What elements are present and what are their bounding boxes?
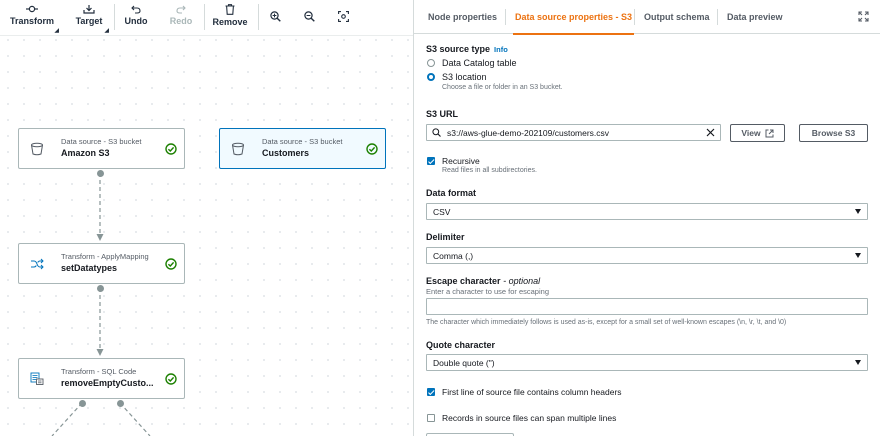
radio-data-catalog-table[interactable] [427, 59, 435, 67]
data-catalog-table-label: Data Catalog table [442, 58, 517, 68]
tab-node-properties[interactable]: Node properties [428, 0, 497, 34]
success-check-icon [165, 372, 177, 385]
edge-handle[interactable] [116, 399, 124, 407]
column-headers-checkbox[interactable] [427, 388, 435, 396]
node-icon-box [19, 244, 55, 283]
search-icon [432, 128, 441, 137]
optional-tag: - optional [503, 276, 541, 286]
node-type-label: Transform - SQL Code [61, 367, 137, 376]
multiline-records-checkbox[interactable] [427, 414, 435, 422]
delimiter-label: Delimiter [426, 232, 465, 242]
s3-source-type-text: S3 source type [426, 44, 491, 54]
s3-location-description: Choose a file or folder in an S3 bucket. [442, 84, 563, 91]
multiline-records-label: Records in source files can span multipl… [442, 413, 617, 423]
node-icon-box [19, 129, 55, 168]
caret-down-icon [855, 253, 861, 258]
tab-divider [717, 9, 718, 25]
s3-url-input[interactable]: s3://aws-glue-demo-202109/customers.csv [426, 124, 721, 141]
node-name-label: Customers [262, 148, 310, 158]
panel-tabs: Node properties Data source properties -… [414, 0, 880, 35]
quote-character-select[interactable]: Double quote (") [426, 354, 868, 371]
visual-editor-canvas[interactable]: Transform ◢ Target ◢ Undo Redo Remove Da… [0, 0, 414, 436]
tab-data-preview[interactable]: Data preview [727, 0, 783, 34]
node-name-label: setDatatypes [61, 263, 118, 273]
tab-data-source-properties[interactable]: Data source properties - S3 [512, 0, 635, 35]
shuffle-icon [31, 258, 44, 269]
recursive-description: Read files in all subdirectories. [442, 167, 537, 174]
escape-character-help: The character which immediately follows … [426, 319, 787, 326]
edge-handle[interactable] [96, 284, 104, 292]
node-set-datatypes[interactable]: Transform - ApplyMapping setDatatypes [18, 243, 185, 284]
s3-location-label: S3 location [442, 72, 487, 82]
data-format-select[interactable]: CSV [426, 203, 868, 220]
node-name-label: Amazon S3 [61, 148, 110, 158]
success-check-icon [165, 257, 177, 270]
node-icon-box [19, 359, 55, 398]
node-customers[interactable]: Data source - S3 bucket Customers [219, 128, 386, 169]
node-name-label: removeEmptyCusto... [61, 378, 154, 388]
escape-character-input[interactable] [426, 298, 868, 315]
bucket-icon [31, 142, 43, 155]
radio-s3-location[interactable] [427, 73, 435, 81]
node-type-label: Transform - ApplyMapping [61, 252, 149, 261]
s3-source-type-label: S3 source type Info [426, 44, 508, 54]
quote-character-label: Quote character [426, 340, 496, 350]
bucket-icon [232, 142, 244, 155]
tab-divider [634, 9, 635, 25]
recursive-checkbox[interactable] [427, 157, 435, 165]
expand-icon [858, 11, 869, 22]
sql-code-icon [30, 372, 44, 385]
tab-divider [505, 9, 506, 25]
escape-character-description: Enter a character to use for escaping [426, 287, 549, 296]
node-type-label: Data source - S3 bucket [61, 137, 142, 146]
caret-down-icon [855, 360, 861, 365]
escape-character-text: Escape character [426, 276, 501, 286]
data-format-value: CSV [433, 206, 451, 217]
success-check-icon [165, 142, 177, 155]
column-headers-label: First line of source file contains colum… [442, 387, 622, 397]
s3-url-label: S3 URL [426, 109, 459, 119]
view-button-label: View [741, 128, 761, 138]
caret-down-icon [855, 209, 861, 214]
node-amazon-s3[interactable]: Data source - S3 bucket Amazon S3 [18, 128, 185, 169]
data-format-label: Data format [426, 188, 477, 198]
browse-s3-button[interactable]: Browse S3 [799, 124, 868, 142]
expand-panel-button[interactable] [858, 11, 869, 24]
edge-handle[interactable] [96, 169, 104, 177]
edge-handle[interactable] [78, 399, 86, 407]
success-check-icon [366, 142, 378, 155]
view-button[interactable]: View [730, 124, 785, 142]
node-type-label: Data source - S3 bucket [262, 137, 343, 146]
node-remove-empty-customers[interactable]: Transform - SQL Code removeEmptyCusto... [18, 358, 185, 399]
s3-url-value: s3://aws-glue-demo-202109/customers.csv [447, 127, 610, 138]
quote-character-value: Double quote (") [433, 357, 495, 368]
properties-panel: Node properties Data source properties -… [414, 0, 880, 436]
external-link-icon [765, 129, 774, 137]
info-link[interactable]: Info [494, 45, 508, 54]
recursive-label: Recursive [442, 156, 480, 166]
delimiter-select[interactable]: Comma (,) [426, 247, 868, 264]
node-icon-box [220, 129, 256, 168]
clear-icon[interactable] [706, 128, 715, 137]
tab-output-schema[interactable]: Output schema [644, 0, 710, 34]
delimiter-value: Comma (,) [433, 250, 474, 261]
escape-character-label: Escape character - optional [426, 276, 540, 286]
